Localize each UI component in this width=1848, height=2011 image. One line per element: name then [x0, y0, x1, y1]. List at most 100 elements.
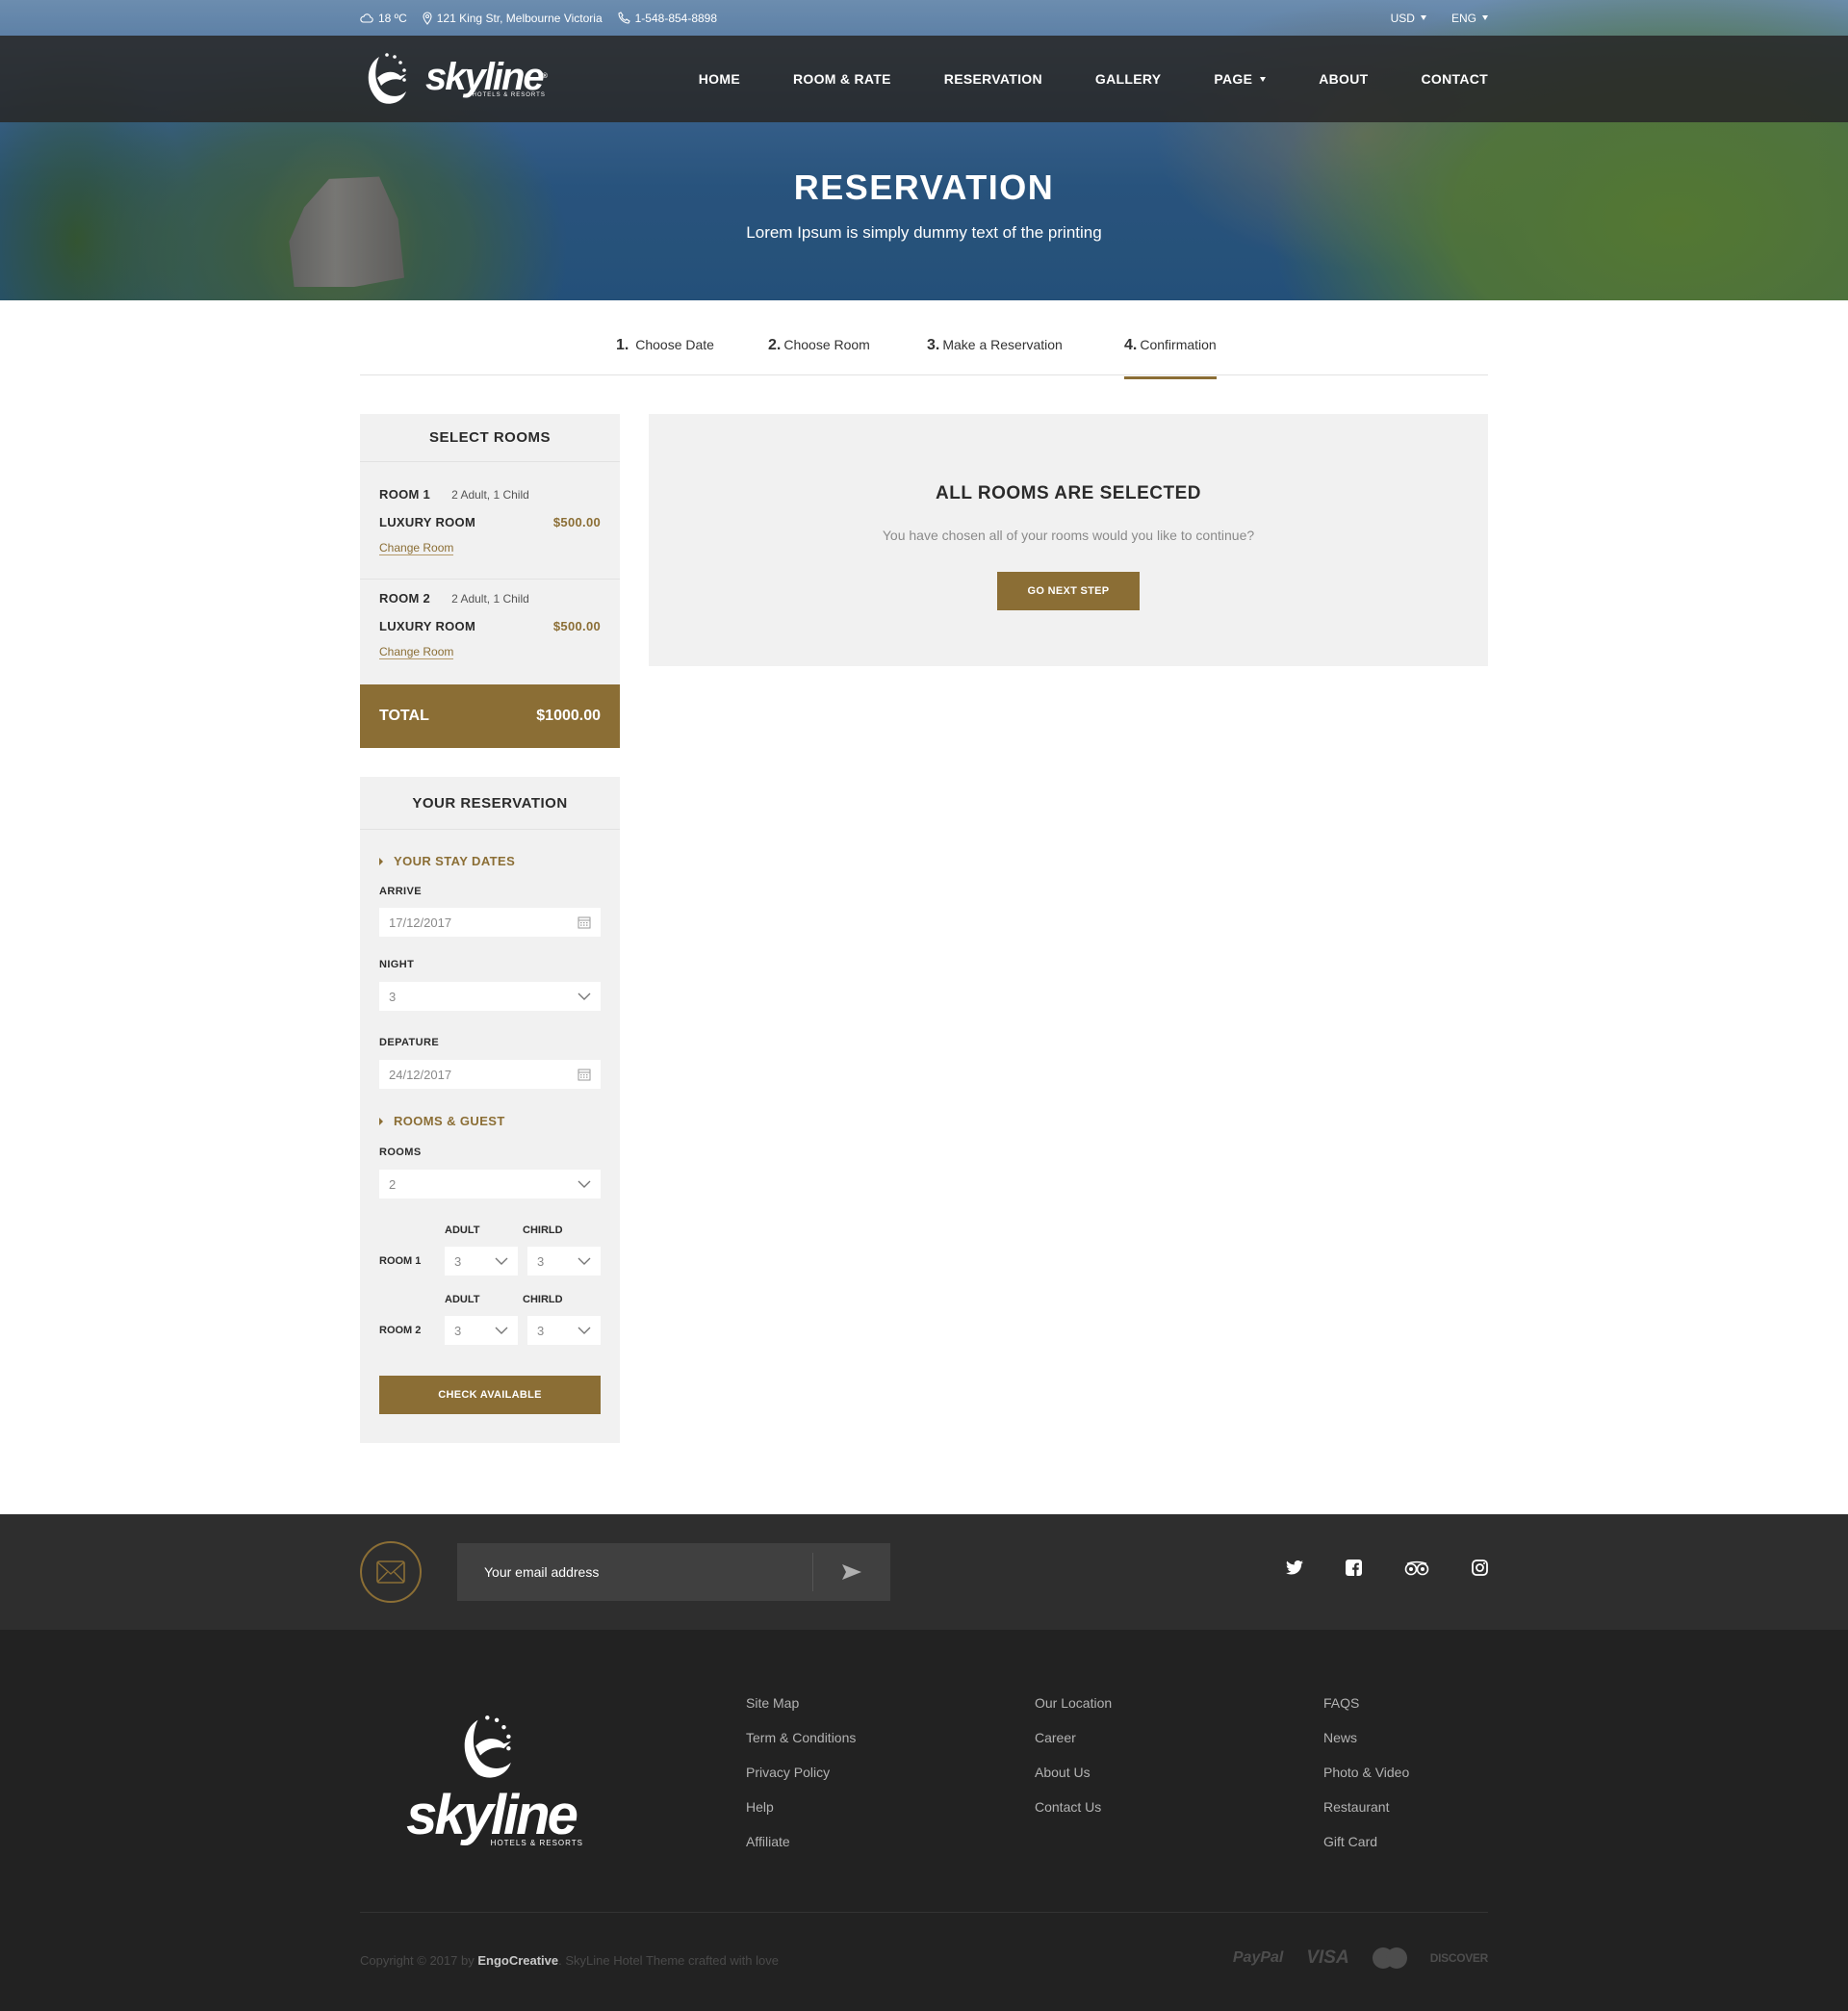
triangle-right-icon [379, 1117, 383, 1125]
newsletter-form [457, 1543, 890, 1601]
mail-icon [360, 1541, 422, 1603]
site-logo[interactable]: skyline® HOTELS & RESORTS [360, 49, 548, 109]
newsletter-bar [0, 1514, 1848, 1630]
nav-about[interactable]: ABOUT [1319, 71, 1368, 87]
newsletter-email-input[interactable] [457, 1543, 812, 1601]
guest-column-headers: ADULT CHIRLD [379, 1294, 601, 1305]
footer-link-location[interactable]: Our Location [1035, 1695, 1112, 1711]
check-available-button[interactable]: CHECK AVAILABLE [379, 1376, 601, 1414]
twitter-icon[interactable] [1286, 1560, 1303, 1575]
visa-icon: VISA [1306, 1947, 1349, 1968]
site-footer: skyline HOTELS & RESORTS Site Map Term &… [0, 1630, 1848, 2011]
nav-contact[interactable]: CONTACT [1422, 71, 1489, 87]
step-choose-room[interactable]: 2. Choose Room [768, 337, 870, 354]
confirmation-message: You have chosen all of your rooms would … [882, 528, 1255, 543]
change-room-link[interactable]: Change Room [379, 645, 454, 659]
footer-logo[interactable]: skyline HOTELS & RESORTS [395, 1711, 587, 1847]
guest-column-headers: ADULT CHIRLD [379, 1225, 601, 1236]
departure-date-input[interactable]: 24/12/2017 [379, 1060, 601, 1089]
nav-reservation[interactable]: RESERVATION [944, 71, 1042, 87]
arrive-date-input[interactable]: 17/12/2017 [379, 908, 601, 937]
footer-link-gift-card[interactable]: Gift Card [1323, 1834, 1377, 1849]
room-guests: 2 Adult, 1 Child [451, 487, 529, 502]
caret-down-icon [1260, 76, 1267, 82]
nav-page[interactable]: PAGE [1214, 71, 1267, 87]
footer-link-news[interactable]: News [1323, 1730, 1357, 1745]
copyright-brand-link[interactable]: EngoCreative [477, 1953, 558, 1968]
currency-selector[interactable]: USD [1391, 12, 1426, 25]
page-title: RESERVATION [793, 168, 1055, 207]
discover-icon: DISCOVER [1429, 1951, 1489, 1965]
rooms-select[interactable]: 2 [379, 1170, 601, 1199]
step-confirmation[interactable]: 4. Confirmation [1124, 337, 1217, 379]
night-select[interactable]: 3 [379, 982, 601, 1011]
language-selector[interactable]: ENG [1451, 12, 1488, 25]
night-label: NIGHT [379, 959, 415, 970]
calendar-icon[interactable] [578, 1068, 591, 1081]
nav-room-rate[interactable]: ROOM & RATE [793, 71, 891, 87]
nav-gallery[interactable]: GALLERY [1095, 71, 1161, 87]
footer-link-photo-video[interactable]: Photo & Video [1323, 1765, 1409, 1780]
step-choose-date[interactable]: 1. Choose Date [616, 337, 714, 354]
room-type: LUXURY ROOM [379, 619, 476, 633]
footer-link-faqs[interactable]: FAQS [1323, 1695, 1359, 1711]
room-guests: 2 Adult, 1 Child [451, 591, 529, 606]
adult-header: ADULT [445, 1294, 480, 1305]
chevron-down-icon [578, 1257, 591, 1265]
chevron-down-icon [578, 1327, 591, 1334]
triangle-right-icon [379, 857, 383, 865]
footer-link-site-map[interactable]: Site Map [746, 1695, 799, 1711]
room-2-guest-row: ROOM 2 3 3 [379, 1316, 601, 1345]
stay-dates-section[interactable]: YOUR STAY DATES [379, 854, 601, 868]
main-navbar: skyline® HOTELS & RESORTS HOME ROOM & RA… [0, 36, 1848, 122]
send-button[interactable] [813, 1543, 890, 1601]
selected-room-1: ROOM 1 2 Adult, 1 Child LUXURY ROOM $500.0… [379, 487, 601, 556]
page-subtitle: Lorem Ipsum is simply dummy text of the … [746, 223, 1102, 242]
calendar-icon[interactable] [578, 915, 591, 929]
footer-link-restaurant[interactable]: Restaurant [1323, 1799, 1389, 1815]
footer-link-about-us[interactable]: About Us [1035, 1765, 1091, 1780]
caret-down-icon [1482, 15, 1488, 20]
go-next-step-button[interactable]: GO NEXT STEP [997, 572, 1140, 610]
child-header: CHIRLD [523, 1225, 563, 1236]
paper-plane-icon [842, 1564, 861, 1580]
reservation-main: SELECT ROOMS ROOM 1 2 Adult, 1 Child LUXU… [360, 375, 1488, 1514]
room-1-child-select[interactable]: 3 [527, 1247, 601, 1276]
total-bar: TOTAL $1000.00 [360, 684, 620, 748]
logo-tagline: HOTELS & RESORTS [472, 92, 546, 98]
room-price: $500.00 [552, 515, 601, 529]
phone-info: 1-548-854-8898 [618, 12, 717, 25]
confirmation-title: ALL ROOMS ARE SELECTED [936, 483, 1201, 503]
cloud-icon [360, 13, 373, 23]
room-type: LUXURY ROOM [379, 515, 476, 529]
instagram-icon[interactable] [1472, 1560, 1488, 1576]
room-2-child-select[interactable]: 3 [527, 1316, 601, 1345]
step-make-reservation[interactable]: 3. Make a Reservation [927, 337, 1063, 354]
change-room-link[interactable]: Change Room [379, 541, 454, 555]
confirmation-panel: ALL ROOMS ARE SELECTED You have chosen a… [649, 414, 1488, 666]
social-links [1286, 1560, 1488, 1576]
paypal-icon: PayPal [1232, 1949, 1284, 1966]
mastercard-icon [1372, 1947, 1407, 1969]
your-reservation-title: YOUR RESERVATION [360, 777, 620, 830]
chevron-down-icon [495, 1257, 508, 1265]
footer-link-terms[interactable]: Term & Conditions [746, 1730, 856, 1745]
rooms-guest-section[interactable]: ROOMS & GUEST [379, 1114, 601, 1128]
child-header: CHIRLD [523, 1294, 563, 1305]
phone-text: 1-548-854-8898 [634, 11, 718, 25]
departure-label: DEPATURE [379, 1037, 440, 1048]
facebook-icon[interactable] [1346, 1560, 1362, 1576]
room-2-adult-select[interactable]: 3 [445, 1316, 518, 1345]
footer-links-col-2: Our Location Career About Us Contact Us [1035, 1695, 1112, 1834]
footer-link-privacy[interactable]: Privacy Policy [746, 1765, 830, 1780]
footer-link-contact-us[interactable]: Contact Us [1035, 1799, 1101, 1815]
footer-link-career[interactable]: Career [1035, 1730, 1076, 1745]
footer-link-affiliate[interactable]: Affiliate [746, 1834, 790, 1849]
phone-icon [618, 12, 630, 24]
room-1-adult-select[interactable]: 3 [445, 1247, 518, 1276]
nav-home[interactable]: HOME [699, 71, 740, 87]
caret-down-icon [1420, 15, 1426, 20]
footer-link-help[interactable]: Help [746, 1799, 774, 1815]
footer-links-col-3: FAQS News Photo & Video Restaurant Gift … [1323, 1695, 1409, 1869]
tripadvisor-icon[interactable] [1404, 1560, 1429, 1576]
